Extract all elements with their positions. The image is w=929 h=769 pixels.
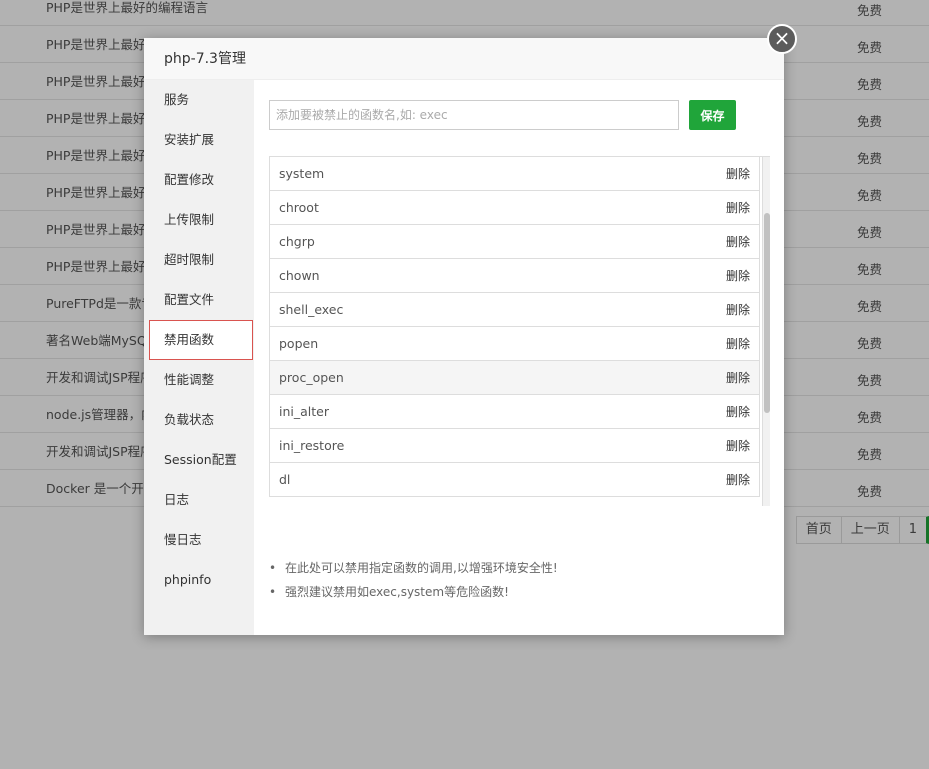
function-name: dl xyxy=(279,472,291,487)
function-row: ini_alter 删除 xyxy=(269,395,760,429)
function-name: proc_open xyxy=(279,370,344,385)
delete-link[interactable]: 删除 xyxy=(726,463,750,497)
sidebar-item[interactable]: 负载状态 xyxy=(144,400,254,440)
delete-link[interactable]: 删除 xyxy=(726,361,750,395)
tip-item: 在此处可以禁用指定函数的调用,以增强环境安全性! xyxy=(269,556,558,580)
delete-link[interactable]: 删除 xyxy=(726,293,750,327)
function-row: chown 删除 xyxy=(269,259,760,293)
function-row: chroot 删除 xyxy=(269,191,760,225)
delete-link[interactable]: 删除 xyxy=(726,429,750,463)
function-name-input[interactable] xyxy=(269,100,679,130)
close-icon[interactable]: × xyxy=(767,24,797,54)
function-name: chown xyxy=(279,268,320,283)
delete-link[interactable]: 删除 xyxy=(726,225,750,259)
sidebar-item[interactable]: 配置修改 xyxy=(144,160,254,200)
sidebar-item[interactable]: 超时限制 xyxy=(144,240,254,280)
function-row: ini_restore 删除 xyxy=(269,429,760,463)
add-function-row: 保存 xyxy=(269,100,736,130)
save-button[interactable]: 保存 xyxy=(689,100,736,130)
function-name: chgrp xyxy=(279,234,315,249)
function-name: system xyxy=(279,166,325,181)
function-row: chgrp 删除 xyxy=(269,225,760,259)
settings-sidebar: 服务 安装扩展 配置修改 上传限制 超时限制 配置文件 禁用函数 性能调整 负载状态 Sessio… xyxy=(144,80,254,635)
sidebar-item[interactable]: 性能调整 xyxy=(144,360,254,400)
function-name: popen xyxy=(279,336,319,351)
function-name: chroot xyxy=(279,200,319,215)
function-row: popen 删除 xyxy=(269,327,760,361)
function-row: proc_open 删除 xyxy=(269,361,760,395)
sidebar-item[interactable]: 配置文件 xyxy=(144,280,254,320)
delete-link[interactable]: 删除 xyxy=(726,259,750,293)
function-name: ini_alter xyxy=(279,404,329,419)
disabled-functions-panel: 保存 system删除chroot删除chgrp删除chown删除shell_e… xyxy=(254,80,784,635)
sidebar-item[interactable]: 日志 xyxy=(144,480,254,520)
function-row: dl 删除 xyxy=(269,463,760,497)
sidebar-item[interactable]: phpinfo xyxy=(144,560,254,600)
function-row: system 删除 xyxy=(269,157,760,191)
php-manager-dialog: php-7.3管理 × 服务 安装扩展 配置修改 上传限制 超时限制 配置文件 禁用函数 性能… xyxy=(144,24,797,635)
dialog-title: php-7.3管理 xyxy=(144,38,784,80)
sidebar-item[interactable]: 安装扩展 xyxy=(144,120,254,160)
sidebar-item[interactable]: 上传限制 xyxy=(144,200,254,240)
function-name: ini_restore xyxy=(279,438,345,453)
delete-link[interactable]: 删除 xyxy=(726,395,750,429)
function-row: shell_exec 删除 xyxy=(269,293,760,327)
delete-link[interactable]: 删除 xyxy=(726,157,750,191)
delete-link[interactable]: 删除 xyxy=(726,327,750,361)
tip-item: 强烈建议禁用如exec,system等危险函数! xyxy=(269,580,558,604)
function-name: shell_exec xyxy=(279,302,344,317)
sidebar-item[interactable]: 慢日志 xyxy=(144,520,254,560)
scrollbar-thumb[interactable] xyxy=(764,213,770,413)
scrollbar[interactable] xyxy=(762,157,770,506)
sidebar-item[interactable]: Session配置 xyxy=(144,440,254,480)
sidebar-item[interactable]: 服务 xyxy=(144,80,254,120)
delete-link[interactable]: 删除 xyxy=(726,191,750,225)
sidebar-item[interactable]: 禁用函数 xyxy=(149,320,253,360)
disabled-functions-table: system 删除 chroot 删除 chgrp 删除 chown 删除 shell_exec… xyxy=(269,156,770,506)
function-list: system 删除 chroot 删除 chgrp 删除 chown 删除 shell_exec… xyxy=(269,157,770,497)
help-tips: 在此处可以禁用指定函数的调用,以增强环境安全性!强烈建议禁用如exec,syst… xyxy=(269,556,558,604)
